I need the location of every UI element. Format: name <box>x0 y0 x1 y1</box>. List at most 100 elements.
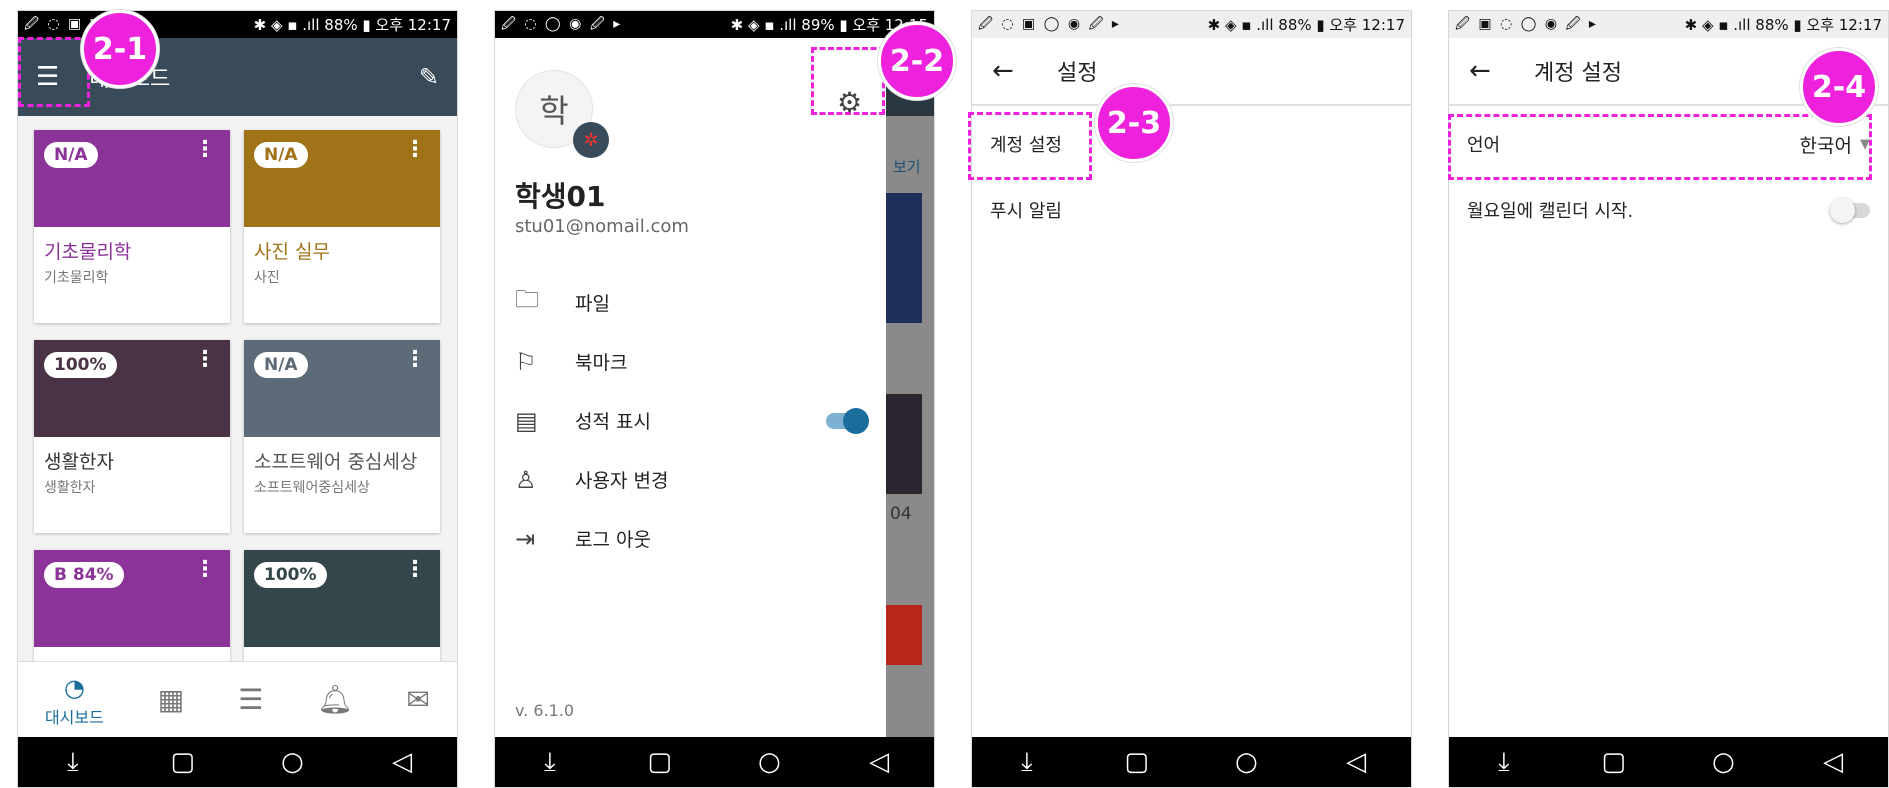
course-card[interactable]: N/A ⋮ 소프트웨어 중심세상 소프트웨어중심세상 <box>244 340 440 533</box>
android-nav-bar: ⤓ ▢ ○ ◁ <box>18 737 457 787</box>
more-options-icon[interactable]: ⋮ <box>404 559 426 581</box>
grade-badge: N/A <box>254 352 308 378</box>
nav-back-icon[interactable]: ◁ <box>372 747 432 777</box>
drawer-item[interactable]: ⇥ 로그 아웃 <box>515 509 866 568</box>
show-grades-toggle[interactable] <box>826 407 869 434</box>
course-card-grid: N/A ⋮ 기초물리학 기초물리학 N/A ⋮ 사진 실무 사진 100% ⋮ 생활한자 생활한자 N/… <box>18 116 457 661</box>
grade-badge: 100% <box>44 352 117 378</box>
more-options-icon[interactable]: ⋮ <box>194 139 216 161</box>
inbox-mail-icon[interactable]: ✉ <box>407 683 430 716</box>
status-right: ✱ ◈ ▪ .ıll 88% ▮ 오후 12:17 <box>253 16 451 34</box>
more-options-icon[interactable]: ⋮ <box>404 139 426 161</box>
folder-icon: 🗀 <box>515 285 539 313</box>
nav-down-icon[interactable]: ⤓ <box>43 747 103 778</box>
grade-badge: N/A <box>44 142 98 168</box>
course-card-cover: N/A ⋮ <box>34 130 230 227</box>
user-email: stu01@nomail.com <box>515 216 689 237</box>
status-icons: 🖉 ◌ ▣ ◯ ◉ 🖉 ▸ <box>978 15 1121 32</box>
nav-back-icon[interactable]: ◁ <box>849 747 909 777</box>
drawer-item-label: 로그 아웃 <box>575 529 651 551</box>
status-bar: 🖉 ▣ ◌ ◯ ◉ 🖉 ▸ ✱ ◈ ▪ .ıll 88% ▮ 오후 12:17 <box>1449 11 1888 38</box>
settings-item-push[interactable]: 푸시 알림 <box>972 172 1411 248</box>
annotation-2-2: 2-2 <box>878 22 956 100</box>
annotation-2-3: 2-3 <box>1095 84 1173 162</box>
nav-recents-icon[interactable]: ▢ <box>153 747 213 777</box>
calendar-icon[interactable]: ▦ <box>158 683 184 716</box>
app-bar: ← 설정 <box>972 38 1411 106</box>
nav-down-icon[interactable]: ⤓ <box>1474 747 1534 778</box>
nav-back-icon[interactable]: ◁ <box>1803 747 1863 777</box>
nav-back-icon[interactable]: ◁ <box>1326 747 1386 777</box>
phone-dashboard: 🖉 ◌ ▣ ✉ ✉ ✱ ◈ ▪ .ıll 88% ▮ 오후 12:17 ☰ 대시… <box>17 10 458 788</box>
calendar-monday-setting: 월요일에 캘린더 시작. <box>1449 172 1888 248</box>
highlight-settings-gear <box>811 47 885 115</box>
user-switch-icon: ♙ <box>515 465 537 494</box>
highlight-language <box>1448 114 1872 180</box>
todo-list-icon[interactable]: ☰ <box>238 683 263 716</box>
course-card-cover: B 84% ⋮ <box>34 550 230 647</box>
nav-recents-icon[interactable]: ▢ <box>1107 747 1167 777</box>
nav-home-icon[interactable]: ○ <box>739 747 799 777</box>
status-right: ✱ ◈ ▪ .ıll 88% ▮ 오후 12:17 <box>1684 16 1882 34</box>
status-bar: 🖉 ◌ ▣ ◯ ◉ 🖉 ▸ ✱ ◈ ▪ .ıll 88% ▮ 오후 12:17 <box>972 11 1411 38</box>
course-card[interactable]: N/A ⋮ 기초물리학 기초물리학 <box>34 130 230 323</box>
phone-drawer: 🖉 ◌ ◯ ◉ 🖉 ▸ ✱ ◈ ▪ .ıll 89% ▮ 오후 12:15 보기… <box>494 10 935 788</box>
course-code: 소프트웨어중심세상 <box>254 480 370 496</box>
drawer-item[interactable]: ⚐ 북마크 <box>515 332 866 391</box>
nav-home-icon[interactable]: ○ <box>1693 747 1753 777</box>
avatar-edit-badge-icon[interactable]: ✲ <box>573 122 609 158</box>
nav-down-icon[interactable]: ⤓ <box>520 747 580 778</box>
course-name: 소프트웨어공학 <box>244 647 440 661</box>
user-name: 학생01 <box>515 180 606 213</box>
nav-home-icon[interactable]: ○ <box>1216 747 1276 777</box>
tab-dashboard-label: 대시보드 <box>44 707 104 727</box>
page-title: 계정 설정 <box>1534 61 1622 86</box>
status-bar: 🖉 ◌ ◯ ◉ 🖉 ▸ ✱ ◈ ▪ .ıll 89% ▮ 오후 12:15 <box>495 11 934 38</box>
drawer-item-label: 파일 <box>575 293 610 315</box>
android-nav-bar: ⤓ ▢ ○ ◁ <box>972 737 1411 787</box>
course-card[interactable]: 100% ⋮ 소프트웨어공학 <box>244 550 440 661</box>
navigation-drawer: 학 ✲ ⚙ 학생01 stu01@nomail.com 🗀 파일 ⚐ 북마크 ▤ 성적 표… <box>495 38 886 737</box>
course-name: 생활한자 <box>44 451 114 473</box>
course-card[interactable]: N/A ⋮ 사진 실무 사진 <box>244 130 440 323</box>
annotation-2-1: 2-1 <box>81 10 159 88</box>
nav-home-icon[interactable]: ○ <box>262 747 322 777</box>
more-options-icon[interactable]: ⋮ <box>194 349 216 371</box>
more-options-icon[interactable]: ⋮ <box>194 559 216 581</box>
android-nav-bar: ⤓ ▢ ○ ◁ <box>495 737 934 787</box>
app-version: v. 6.1.0 <box>515 701 575 720</box>
annotation-2-4: 2-4 <box>1800 48 1878 126</box>
drawer-item[interactable]: ▤ 성적 표시 <box>515 391 869 450</box>
course-card-cover: N/A ⋮ <box>244 340 440 437</box>
notification-bell-icon[interactable]: 🔔︎ <box>317 683 353 716</box>
back-arrow-icon[interactable]: ← <box>1469 56 1524 86</box>
course-name: 기초물리학 <box>44 241 132 263</box>
drawer-item-label: 북마크 <box>575 352 628 374</box>
nav-recents-icon[interactable]: ▢ <box>1584 747 1644 777</box>
drawer-item-label: 성적 표시 <box>575 411 651 433</box>
edit-pencil-icon[interactable]: ✎ <box>419 63 439 91</box>
course-card[interactable]: 100% ⋮ 생활한자 생활한자 <box>34 340 230 533</box>
nav-recents-icon[interactable]: ▢ <box>630 747 690 777</box>
grade-badge: N/A <box>254 142 308 168</box>
course-card-cover: N/A ⋮ <box>244 130 440 227</box>
course-code: 생활한자 <box>44 480 96 496</box>
more-options-icon[interactable]: ⋮ <box>404 349 426 371</box>
avatar-initial: 학 <box>539 92 569 130</box>
page-title: 설정 <box>1057 61 1098 86</box>
drawer-item[interactable]: 🗀 파일 <box>515 273 866 332</box>
calendar-monday-toggle[interactable] <box>1830 197 1870 223</box>
android-nav-bar: ⤓ ▢ ○ ◁ <box>1449 737 1888 787</box>
behind-text: 보기 <box>893 158 921 176</box>
drawer-item[interactable]: ♙ 사용자 변경 <box>515 450 866 509</box>
course-card[interactable]: B 84% ⋮ 소프트웨어공학 (Full <box>34 550 230 661</box>
back-arrow-icon[interactable]: ← <box>992 56 1047 86</box>
nav-down-icon[interactable]: ⤓ <box>997 747 1057 778</box>
course-card-cover: 100% ⋮ <box>244 550 440 647</box>
settings-item-label: 푸시 알림 <box>990 201 1062 222</box>
grade-badge: 100% <box>254 562 327 588</box>
status-icons: 🖉 ▣ ◌ ◯ ◉ 🖉 ▸ <box>1455 15 1598 32</box>
status-icons: 🖉 ◌ ◯ ◉ 🖉 ▸ <box>501 15 623 32</box>
course-code: 사진 <box>254 270 280 286</box>
tab-dashboard[interactable]: ◔ 대시보드 <box>45 672 104 728</box>
